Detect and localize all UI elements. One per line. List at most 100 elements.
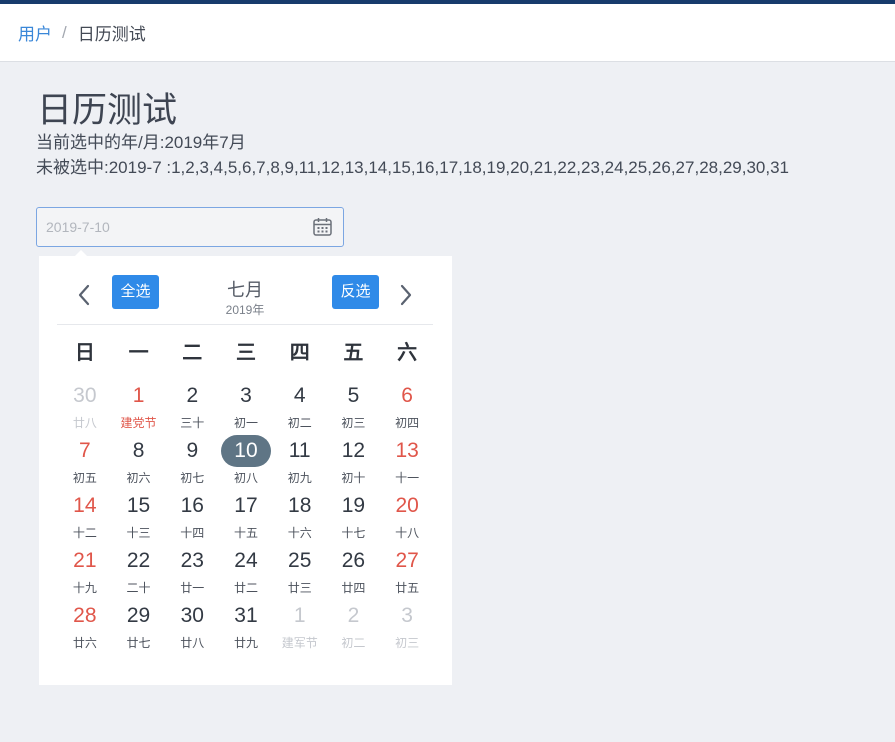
day-cell[interactable]: 12 初十: [327, 428, 381, 485]
day-cell[interactable]: 24 廿二: [219, 538, 273, 595]
day-cell[interactable]: 20 十八: [380, 483, 434, 540]
day-number: 30: [73, 384, 97, 407]
day-cell[interactable]: 21 十九: [58, 538, 112, 595]
page-title: 日历测试: [37, 91, 178, 130]
day-number: 2: [347, 604, 360, 627]
day-cell[interactable]: 17 十五: [219, 483, 273, 540]
day-cell[interactable]: 5 初三: [327, 373, 381, 430]
calendar-icon[interactable]: [312, 216, 333, 237]
day-number: 13: [395, 439, 419, 462]
weekday-row: 日一二三四五六: [58, 333, 434, 373]
weekday-label: 五: [343, 342, 364, 364]
day-cell[interactable]: 23 廿一: [165, 538, 219, 595]
day-number: 11: [288, 439, 311, 462]
day-cell[interactable]: 13 十一: [380, 428, 434, 485]
lunar-label: 廿六: [72, 636, 97, 650]
day-cell[interactable]: 1 建军节: [273, 593, 327, 650]
weekday-label: 三: [235, 342, 256, 364]
month-label: 七月: [227, 280, 263, 300]
day-grid: 30 廿八 1 建党节 2 三十 3 初一 4 初二 5 初三 6 初四 7 初五 8 初六 9 初七 10 初八 11 初九…: [58, 373, 434, 650]
day-cell[interactable]: 9 初七: [165, 428, 219, 485]
day-cell[interactable]: 4 初二: [273, 373, 327, 430]
calendar-popup: 全选 七月 2019年 反选 日一二三四五六 30 廿八 1 建党节 2 三十 3 初一 4 初二…: [39, 256, 452, 685]
date-picker-field[interactable]: [36, 207, 344, 247]
day-number: 24: [234, 549, 258, 572]
day-number: 1: [293, 604, 306, 627]
day-cell[interactable]: 2 初二: [327, 593, 381, 650]
day-number: 16: [180, 494, 204, 517]
day-number: 27: [395, 549, 419, 572]
breadcrumb-current: 日历测试: [77, 25, 146, 44]
day-number: 1: [132, 384, 145, 407]
select-all-button[interactable]: 全选: [112, 275, 159, 309]
day-number: 29: [126, 604, 151, 627]
day-number: 26: [341, 549, 366, 572]
day-number: 6: [401, 384, 413, 407]
day-number: 21: [73, 549, 97, 572]
day-cell[interactable]: 22 二十: [112, 538, 166, 595]
day-cell[interactable]: 6 初四: [380, 373, 434, 430]
current-month-text: 当前选中的年/月:2019年7月: [36, 133, 246, 152]
lunar-label: 廿七: [126, 636, 151, 650]
chevron-left-icon[interactable]: [77, 284, 91, 306]
unselected-days-text: 未被选中:2019-7 :1,2,3,4,5,6,7,8,9,11,12,13,…: [36, 158, 789, 177]
weekday-label: 二: [182, 342, 203, 364]
day-cell[interactable]: 30 廿八: [58, 373, 112, 430]
day-number: 5: [347, 384, 360, 407]
weekday-label: 一: [128, 342, 149, 364]
chevron-right-icon[interactable]: [399, 284, 413, 306]
day-cell[interactable]: 19 十七: [327, 483, 381, 540]
day-cell[interactable]: 10 初八: [219, 428, 273, 485]
breadcrumb-link-users[interactable]: 用户: [18, 20, 52, 45]
day-number: 15: [126, 494, 151, 517]
lunar-label: 建军节: [281, 636, 318, 650]
day-cell[interactable]: 8 初六: [112, 428, 166, 485]
day-cell[interactable]: 26 廿四: [327, 538, 381, 595]
day-cell[interactable]: 28 廿六: [58, 593, 112, 650]
day-cell[interactable]: 31 廿九: [219, 593, 273, 650]
day-number: 23: [180, 549, 204, 572]
lunar-label: 廿八: [180, 636, 205, 650]
day-number: 25: [288, 549, 312, 572]
invert-selection-button[interactable]: 反选: [332, 275, 379, 309]
month-year-title: 七月 2019年: [195, 278, 295, 317]
header-divider: [57, 324, 433, 325]
day-number: 3: [240, 384, 252, 407]
day-cell[interactable]: 11 初九: [273, 428, 327, 485]
day-number: 7: [79, 439, 91, 462]
year-label: 2019年: [225, 303, 265, 317]
day-number: 19: [341, 494, 366, 517]
day-cell[interactable]: 30 廿八: [165, 593, 219, 650]
day-number: 31: [234, 604, 258, 627]
day-cell[interactable]: 25 廿三: [273, 538, 327, 595]
date-input[interactable]: [37, 208, 307, 246]
day-number: 22: [126, 549, 151, 572]
day-cell[interactable]: 29 廿七: [112, 593, 166, 650]
day-number: 3: [401, 604, 413, 627]
day-cell[interactable]: 16 十四: [165, 483, 219, 540]
day-cell[interactable]: 18 十六: [273, 483, 327, 540]
day-number: 14: [73, 494, 97, 517]
weekday-label: 日: [74, 342, 95, 364]
day-cell[interactable]: 7 初五: [58, 428, 112, 485]
day-cell[interactable]: 2 三十: [165, 373, 219, 430]
lunar-label: 初二: [341, 636, 366, 650]
weekday-label: 六: [397, 342, 418, 364]
day-number: 30: [180, 604, 204, 627]
day-number: 4: [293, 384, 306, 407]
day-cell[interactable]: 3 初一: [219, 373, 273, 430]
lunar-label: 廿九: [233, 636, 258, 650]
day-number: 17: [234, 494, 258, 517]
day-cell[interactable]: 1 建党节: [112, 373, 166, 430]
day-number: 12: [341, 439, 366, 462]
day-cell[interactable]: 15 十三: [112, 483, 166, 540]
day-cell[interactable]: 14 十二: [58, 483, 112, 540]
breadcrumb-separator: /: [62, 22, 67, 42]
day-cell[interactable]: 3 初三: [380, 593, 434, 650]
weekday-label: 四: [289, 342, 310, 364]
day-cell[interactable]: 27 廿五: [380, 538, 434, 595]
day-number: 10: [220, 435, 271, 467]
day-number: 28: [73, 604, 97, 627]
day-number: 20: [395, 494, 419, 517]
breadcrumb: 用户 / 日历测试: [18, 4, 146, 61]
